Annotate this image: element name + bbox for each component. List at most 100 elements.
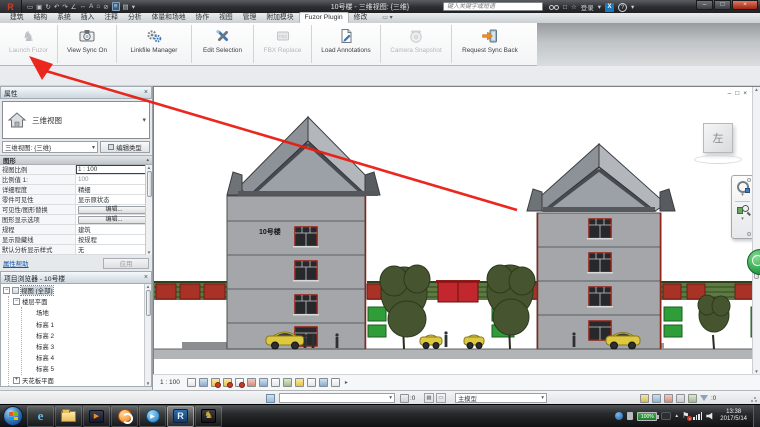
scroll-up-icon[interactable]: ▲	[147, 165, 151, 170]
properties-scrollbar[interactable]: ▲ ▼	[145, 165, 152, 255]
launch-fuzor-button[interactable]: ♞ Launch Fuzor	[0, 23, 57, 65]
tab-manage[interactable]: 管理	[238, 13, 262, 23]
tab-annotate[interactable]: 注释	[99, 13, 123, 23]
wheel-caret-icon[interactable]: ▾	[741, 193, 744, 198]
editing-requests-button[interactable]: :0	[400, 393, 415, 403]
close-button[interactable]: ×	[732, 0, 758, 10]
show-hidden-icons[interactable]: ▴	[675, 413, 678, 419]
network-signal-icon[interactable]	[693, 412, 702, 420]
tab-modify[interactable]: 修改	[349, 13, 373, 23]
show-crop-region-icon[interactable]	[259, 378, 268, 387]
taskbar-clock[interactable]: 13:38 2017/5/14	[718, 409, 749, 423]
hide-analytical-model-icon[interactable]	[319, 378, 328, 387]
favorites-star-icon[interactable]: ☆	[571, 3, 577, 11]
tree-item-views-root[interactable]: − 视图 (全部)	[3, 285, 151, 296]
restore-button[interactable]: □	[714, 0, 731, 10]
ribbon-display-toggle[interactable]: ▭ ▾	[382, 14, 392, 23]
resize-grip[interactable]	[750, 395, 758, 403]
temporary-hide-isolate-icon[interactable]	[283, 378, 292, 387]
save-icon[interactable]: ▣	[36, 3, 42, 11]
viewcube[interactable]: 左	[703, 123, 733, 153]
crop-view-icon[interactable]	[247, 378, 256, 387]
collapse-icon[interactable]: −	[13, 298, 20, 305]
taskbar-revit-button[interactable]: R	[167, 406, 194, 427]
viewport-scrollbar[interactable]: ▲ ▼	[752, 87, 760, 374]
tree-item-level-5[interactable]: 标高 5	[36, 363, 151, 374]
revit-logo-icon[interactable]: R	[0, 0, 22, 13]
linkfile-manager-button[interactable]: Linkfile Manager	[117, 23, 191, 65]
property-row[interactable]: 图形显示选项 编辑...	[0, 215, 152, 225]
expand-icon[interactable]: +	[13, 377, 20, 384]
tree-item-level-1[interactable]: 标高 1	[36, 319, 151, 330]
graphic-display-options-edit-button[interactable]: 编辑...	[78, 216, 150, 224]
type-selector-caret-icon[interactable]: ▾	[142, 116, 146, 124]
visual-style-icon[interactable]	[199, 378, 208, 387]
scroll-down-icon[interactable]: ▼	[147, 250, 151, 255]
exchange-apps-icon[interactable]: X	[605, 3, 614, 12]
temporary-view-properties-icon[interactable]	[307, 378, 316, 387]
customize-qat-icon[interactable]: ▾	[132, 3, 135, 11]
navbar-options-icon[interactable]	[747, 178, 751, 182]
start-button[interactable]	[3, 406, 23, 426]
tab-view[interactable]: 视图	[214, 13, 238, 23]
tree-item-floor-plans[interactable]: − 楼层平面	[13, 296, 151, 307]
help-caret-icon[interactable]: ▾	[631, 3, 634, 11]
steering-wheel-icon[interactable]	[737, 181, 749, 193]
measure-icon[interactable]: ∠	[71, 3, 77, 11]
group-collapse-icon[interactable]: ▴	[146, 157, 149, 163]
fbx-replace-button[interactable]: FBX FBX Replace	[254, 23, 311, 65]
select-pinned-toggle-icon[interactable]	[664, 394, 673, 403]
tab-architecture[interactable]: 建筑	[5, 13, 29, 23]
volume-icon[interactable]	[706, 413, 714, 420]
zoom-tool-icon[interactable]	[737, 205, 749, 217]
tray-dark-icon[interactable]	[661, 412, 671, 420]
redo-icon[interactable]: ↷	[62, 3, 67, 11]
section-icon[interactable]: ⊘	[103, 3, 108, 11]
design-options-dropdown[interactable]: 主模型 ▾	[455, 393, 547, 403]
property-row[interactable]: 视图比例 1 : 100	[0, 165, 152, 175]
scroll-up-icon[interactable]: ▲	[146, 284, 150, 289]
shadows-icon[interactable]	[223, 378, 232, 387]
edit-type-button[interactable]: 编辑类型	[100, 141, 150, 153]
property-row[interactable]: 规程 建筑	[0, 225, 152, 235]
view-close-icon[interactable]: ×	[743, 90, 747, 97]
property-row[interactable]: 显示隐藏线 按规程	[0, 235, 152, 245]
tab-massing-site[interactable]: 体量和场地	[147, 13, 191, 23]
sun-path-icon[interactable]	[211, 378, 220, 387]
scroll-up-icon[interactable]: ▲	[754, 87, 758, 92]
reveal-hidden-elements-icon[interactable]	[295, 378, 304, 387]
tree-item-level-4[interactable]: 标高 4	[36, 352, 151, 363]
detail-level-icon[interactable]	[187, 378, 196, 387]
tree-item-ceiling-plans[interactable]: + 天花板平面	[13, 375, 151, 386]
navbar-close-icon[interactable]	[747, 232, 751, 236]
collapse-icon[interactable]: −	[3, 287, 10, 294]
request-sync-back-button[interactable]: Request Sync Back	[452, 23, 528, 65]
tree-item-site[interactable]: 场地	[36, 307, 151, 318]
switch-windows-icon[interactable]: ▤	[123, 3, 129, 11]
tab-insert[interactable]: 插入	[76, 13, 100, 23]
tab-fuzor-plugin[interactable]: Fuzor Plugin	[299, 12, 349, 23]
properties-palette-header[interactable]: 属性 ×	[0, 86, 152, 99]
view-restore-icon[interactable]: □	[735, 90, 739, 97]
battery-indicator[interactable]: 100%	[637, 412, 657, 421]
taskbar-pps-button[interactable]: ▶	[139, 406, 166, 427]
search-icon[interactable]	[549, 5, 559, 10]
help-icon[interactable]: ?	[618, 3, 627, 12]
property-row[interactable]: 可见性/图形替换 编辑...	[0, 205, 152, 215]
tab-systems[interactable]: 系统	[52, 13, 76, 23]
tab-addins[interactable]: 附加模块	[261, 13, 298, 23]
tab-structure[interactable]: 结构	[29, 13, 53, 23]
undo-icon[interactable]: ↶	[54, 3, 59, 11]
scrollbar-thumb[interactable]	[146, 290, 151, 316]
drawing-area[interactable]: 10号楼	[154, 87, 760, 375]
minimize-button[interactable]: –	[696, 0, 713, 10]
view-sync-on-button[interactable]: View Sync On	[58, 23, 116, 65]
editable-only-icon[interactable]: ▭	[436, 393, 446, 403]
graphics-group-header[interactable]: 图形 ▴	[0, 155, 152, 165]
project-browser-close-icon[interactable]: ×	[144, 274, 148, 281]
thin-lines-icon[interactable]: ≡	[112, 2, 120, 11]
rendering-dialog-icon[interactable]	[235, 378, 244, 387]
browser-scrollbar[interactable]: ▲ ▼	[144, 284, 151, 386]
instance-selector[interactable]: 三维视图: {三维} ▾	[2, 141, 98, 153]
default-3d-view-icon[interactable]: ⌂	[96, 3, 100, 10]
